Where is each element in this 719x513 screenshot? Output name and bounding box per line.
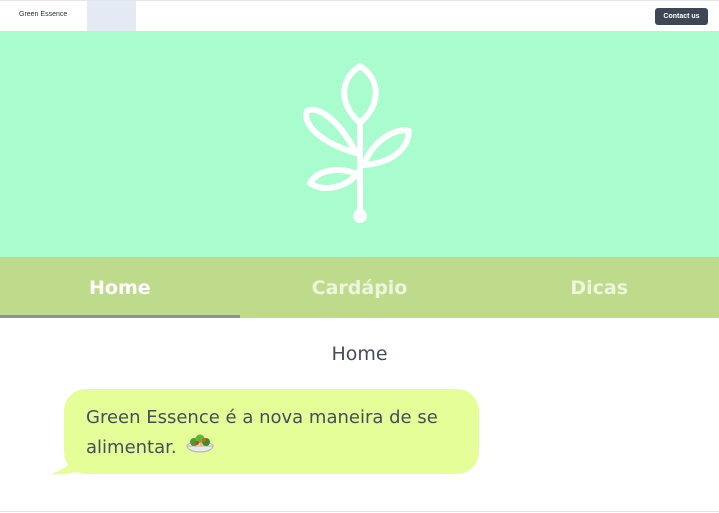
tab-dicas-label: Dicas xyxy=(570,276,629,299)
page-title: Home xyxy=(331,343,388,365)
bottom-divider xyxy=(0,511,719,512)
topbar-tab-placeholder[interactable] xyxy=(87,1,136,31)
brand-name[interactable]: Green Essence xyxy=(19,11,67,18)
contact-us-button[interactable]: Contact us xyxy=(655,8,708,25)
message-bubble: Green Essence é a nova maneira de se ali… xyxy=(64,389,479,474)
main-nav: Home Cardápio Dicas xyxy=(0,257,719,318)
page: Green Essence Contact us Home Cardápio D… xyxy=(0,0,719,513)
tab-home-label: Home xyxy=(89,276,151,299)
salad-bowl-icon xyxy=(185,431,215,465)
tab-cardapio[interactable]: Cardápio xyxy=(240,257,480,318)
tab-home[interactable]: Home xyxy=(0,257,240,318)
message-text-wrap: Green Essence é a nova maneira de se ali… xyxy=(86,404,466,465)
tab-cardapio-label: Cardápio xyxy=(311,276,408,299)
hero-banner xyxy=(0,31,719,257)
active-tab-indicator xyxy=(0,315,240,318)
top-bar: Green Essence Contact us xyxy=(0,0,719,31)
tab-dicas[interactable]: Dicas xyxy=(479,257,719,318)
message-text: Green Essence é a nova maneira de se ali… xyxy=(86,407,438,458)
plant-sprout-icon xyxy=(303,63,412,223)
